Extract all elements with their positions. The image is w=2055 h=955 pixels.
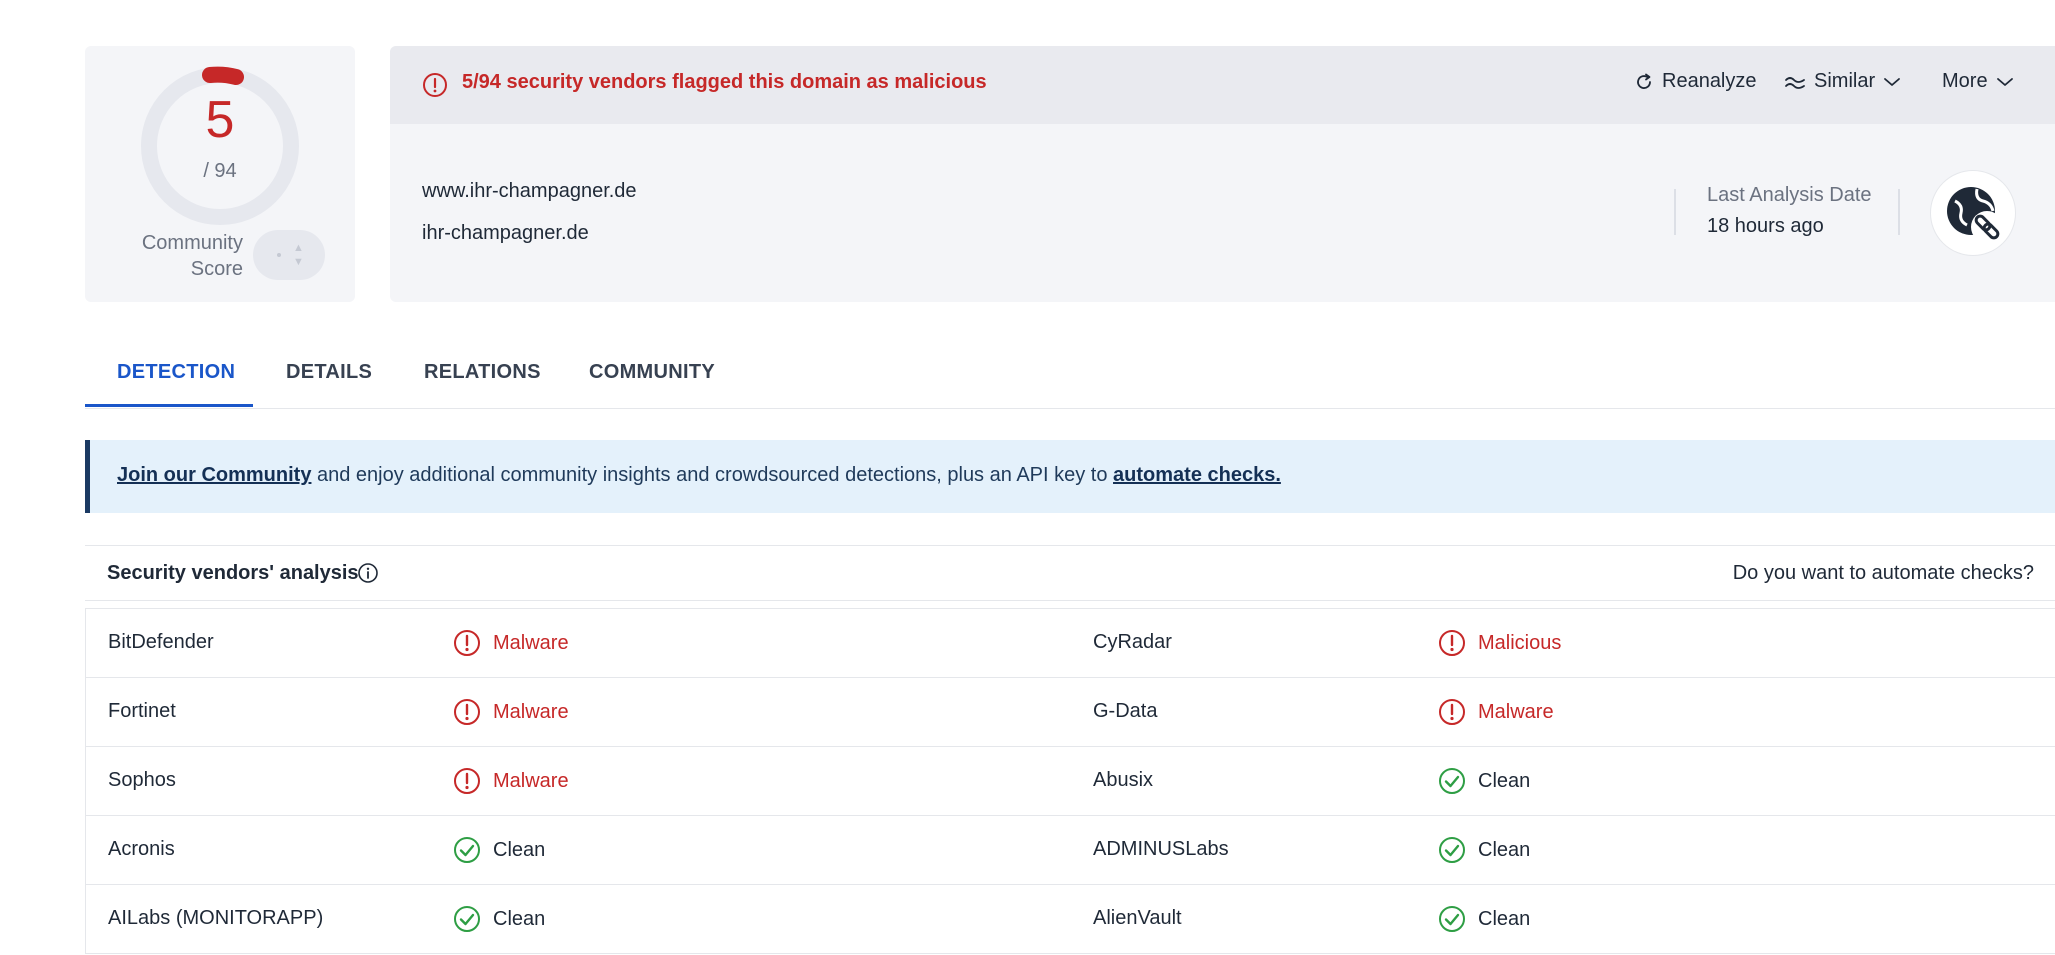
vendor-result: Malware <box>453 698 569 726</box>
table-row: Sophos Malware Abusix Clean <box>86 747 2055 816</box>
table-row: Acronis Clean ADMINUSLabs Clean <box>86 816 2055 885</box>
vendors-title: Security vendors' analysis <box>107 562 359 584</box>
vendor-name: Sophos <box>108 769 176 791</box>
alert-text: 5/94 security vendors flagged this domai… <box>462 71 987 93</box>
exclamation-circle-icon <box>1439 630 1465 656</box>
vendor-result-label: Clean <box>1478 769 1531 792</box>
vendor-result-label: Malware <box>493 769 569 792</box>
community-banner: Join our Community and enjoy additional … <box>85 440 2055 513</box>
community-score-label: Community Score <box>141 232 243 280</box>
check-circle-icon <box>1439 906 1465 932</box>
check-circle-icon <box>1439 837 1465 863</box>
vendor-result: Malicious <box>1438 629 1561 657</box>
reanalyze-button[interactable]: Reanalyze <box>1634 70 1757 93</box>
divider <box>1898 189 1900 235</box>
domain-root[interactable]: ihr-champagner.de <box>422 222 589 245</box>
banner-middle-text: and enjoy additional community insights … <box>311 464 1114 486</box>
tab-detection[interactable]: DETECTION <box>117 352 235 408</box>
vendor-result-label: Clean <box>1478 838 1531 861</box>
tab-bar: DETECTION DETAILS RELATIONS COMMUNITY <box>85 352 2055 408</box>
check-circle-icon <box>454 906 480 932</box>
vendor-result: Malware <box>453 629 569 657</box>
banner-text: Join our Community and enjoy additional … <box>117 464 1281 487</box>
score-dot-icon <box>277 253 281 257</box>
vendor-name: CyRadar <box>1093 631 1172 653</box>
domain-host[interactable]: www.ihr-champagner.de <box>422 180 637 203</box>
domain-type-badge <box>1930 170 2016 256</box>
vendor-result-label: Malware <box>493 631 569 654</box>
vendor-result: Clean <box>453 905 545 933</box>
exclamation-circle-icon <box>423 73 447 97</box>
vendor-result: Clean <box>453 836 545 864</box>
join-community-link[interactable]: Join our Community <box>117 464 311 486</box>
vendor-result-label: Clean <box>493 838 546 861</box>
vote-up-icon[interactable]: ▲ <box>293 243 304 254</box>
vendor-name: BitDefender <box>108 631 214 653</box>
table-row: BitDefender Malware CyRadar Malicious <box>86 609 2055 678</box>
more-label: More <box>1942 70 1988 92</box>
vendor-result: Malware <box>1438 698 1554 726</box>
last-analysis-value: 18 hours ago <box>1707 215 1824 237</box>
exclamation-circle-icon <box>454 768 480 794</box>
divider <box>1674 189 1676 235</box>
automate-checks-link[interactable]: automate checks. <box>1113 464 1281 486</box>
exclamation-circle-icon <box>454 699 480 725</box>
more-button[interactable]: More <box>1942 70 2014 93</box>
last-analysis-label: Last Analysis Date <box>1707 184 1872 206</box>
check-circle-icon <box>454 837 480 863</box>
check-circle-icon <box>1439 768 1465 794</box>
vendor-name: Fortinet <box>108 700 176 722</box>
exclamation-circle-icon <box>1439 699 1465 725</box>
vendor-name: G-Data <box>1093 700 1158 722</box>
domain-summary-card: 5/94 security vendors flagged this domai… <box>390 46 2055 302</box>
active-tab-indicator <box>85 404 253 407</box>
detection-count: 5 <box>205 91 235 149</box>
similar-label: Similar <box>1814 70 1876 92</box>
table-row: Fortinet Malware G-Data Malware <box>86 678 2055 747</box>
tab-relations[interactable]: RELATIONS <box>424 352 541 408</box>
vendor-name: AILabs (MONITORAPP) <box>108 907 324 929</box>
vendor-name: Acronis <box>108 838 175 860</box>
vendor-result: Clean <box>1438 836 1530 864</box>
detection-total: / 94 <box>203 160 237 182</box>
table-row: AILabs (MONITORAPP) Clean AlienVault Clean <box>86 885 2055 954</box>
vendor-name: AlienVault <box>1093 907 1182 929</box>
similar-icon <box>1785 76 1805 89</box>
vendor-result-label: Clean <box>493 907 546 930</box>
vendor-result: Malware <box>453 767 569 795</box>
vendor-result-label: Malware <box>1478 700 1554 723</box>
vendor-result: Clean <box>1438 905 1530 933</box>
vendor-result-label: Malicious <box>1478 631 1562 654</box>
reanalyze-label: Reanalyze <box>1662 70 1757 92</box>
automate-checks-prompt[interactable]: Do you want to automate checks? <box>1733 562 2034 585</box>
vote-down-icon[interactable]: ▼ <box>293 257 304 268</box>
vendor-name: ADMINUSLabs <box>1093 838 1229 860</box>
vendors-header: Security vendors' analysis Do you want t… <box>85 545 2055 601</box>
tab-details[interactable]: DETAILS <box>286 352 372 408</box>
exclamation-circle-icon <box>454 630 480 656</box>
vendor-result-label: Clean <box>1478 907 1531 930</box>
globe-link-icon <box>1947 187 2003 243</box>
vendor-result-label: Malware <box>493 700 569 723</box>
vendor-result: Clean <box>1438 767 1530 795</box>
tab-divider <box>85 408 2055 409</box>
tab-community[interactable]: COMMUNITY <box>589 352 715 408</box>
chevron-down-icon <box>1996 77 2013 86</box>
vendors-table: BitDefender Malware CyRadar Malicious Fortin… <box>85 608 2055 954</box>
similar-button[interactable]: Similar <box>1784 70 1901 93</box>
refresh-icon <box>1637 73 1651 89</box>
vendor-name: Abusix <box>1093 769 1154 791</box>
chevron-down-icon <box>1884 77 1901 86</box>
community-score-voter[interactable]: ▲ ▼ <box>253 230 325 280</box>
info-icon[interactable] <box>357 562 379 584</box>
alert-bar: 5/94 security vendors flagged this domai… <box>390 46 2055 124</box>
detection-score-card: 5 / 94 Community Score ▲ ▼ <box>85 46 355 302</box>
